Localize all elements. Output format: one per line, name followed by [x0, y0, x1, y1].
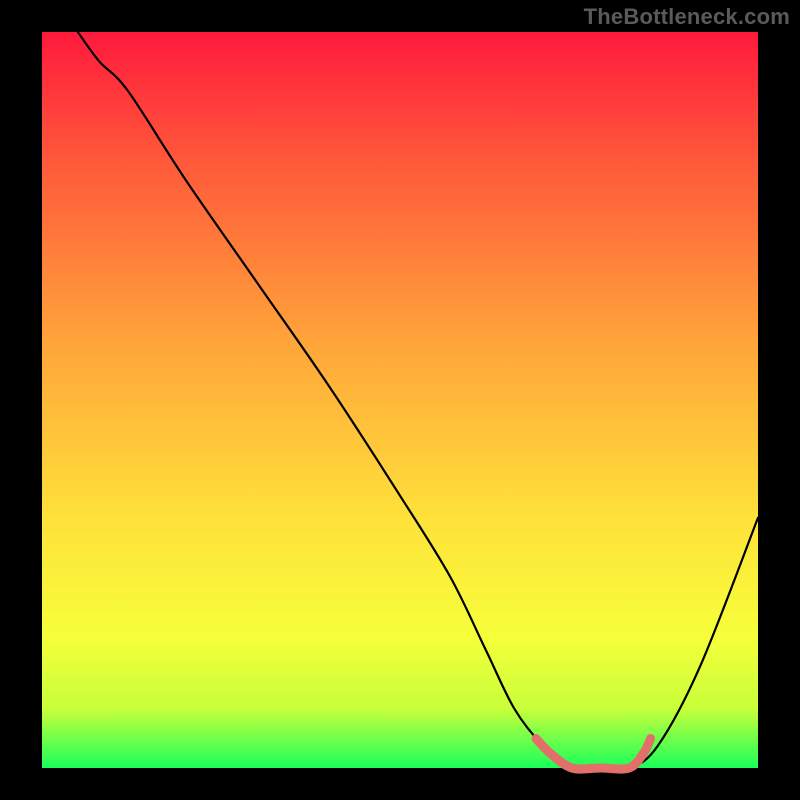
- chart-frame: TheBottleneck.com: [0, 0, 800, 800]
- bottleneck-chart: [0, 0, 800, 800]
- plot-background: [42, 32, 758, 768]
